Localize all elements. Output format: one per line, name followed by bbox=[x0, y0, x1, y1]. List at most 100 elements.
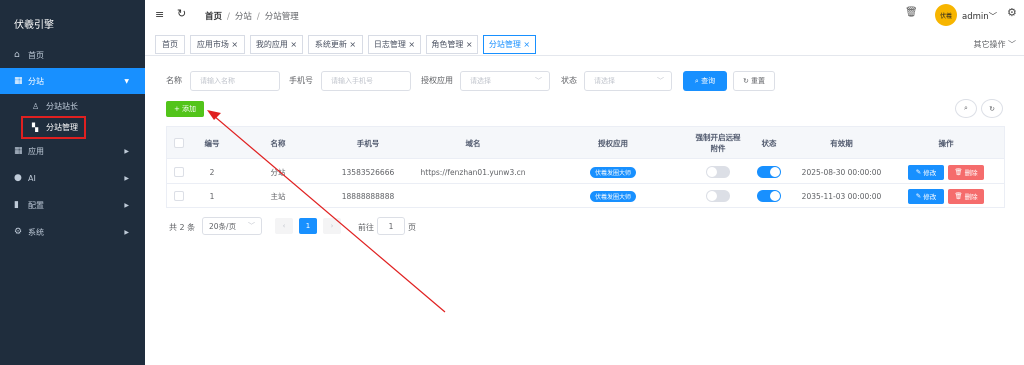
apps-icon: ▦ bbox=[14, 146, 23, 156]
cell-status bbox=[743, 184, 795, 208]
sidebar-item-config[interactable]: ▮ 配置 ▶ bbox=[0, 192, 145, 218]
page-number-button[interactable]: 1 bbox=[299, 218, 317, 234]
name-input[interactable]: 请输入名称 bbox=[190, 71, 280, 91]
status-toggle[interactable] bbox=[757, 166, 781, 178]
tab-my-apps[interactable]: 我的应用 × bbox=[250, 35, 303, 54]
other-operations-dropdown[interactable]: 其它操作 ﹀ bbox=[973, 39, 1016, 50]
col-header: 有效期 bbox=[830, 138, 853, 148]
caret-right-icon: ▶ bbox=[124, 201, 129, 209]
page-size-select[interactable]: 20条/页 ﹀ bbox=[202, 217, 262, 235]
cell-expire: 2025-08-30 00:00:00 bbox=[801, 167, 882, 177]
trash-icon[interactable]: 🗑 bbox=[905, 7, 918, 18]
gear-icon[interactable]: ⚙ bbox=[1007, 6, 1017, 19]
edit-button[interactable]: ✎ 修改 bbox=[908, 164, 944, 180]
caret-down-icon: ▼ bbox=[124, 77, 129, 85]
select-all-checkbox[interactable] bbox=[167, 127, 191, 159]
search-button-label: 查询 bbox=[701, 77, 716, 85]
reset-button-label: 重置 bbox=[751, 77, 766, 85]
delete-label: 删除 bbox=[964, 193, 978, 201]
sidebar-item-substation[interactable]: ▦ 分站 ▼ bbox=[0, 68, 145, 94]
search-button[interactable]: ⌕ 查询 bbox=[683, 71, 727, 91]
home-icon: ⌂ bbox=[14, 50, 20, 60]
caret-right-icon: ▶ bbox=[124, 147, 129, 155]
breadcrumb: 首页 / 分站 / 分站管理 bbox=[205, 12, 299, 22]
top-bar: ≡ ↻ 首页 / 分站 / 分站管理 🗑 伏羲 admin﹀ ⚙ bbox=[145, 0, 1024, 30]
col-header: 手机号 bbox=[356, 138, 380, 148]
sidebar-item-ai[interactable]: ● AI ▶ bbox=[0, 165, 145, 191]
refresh-table-button[interactable]: ↻ bbox=[981, 99, 1003, 118]
avatar[interactable]: 伏羲 bbox=[935, 4, 957, 26]
hamburger-icon[interactable]: ≡ bbox=[155, 8, 164, 21]
phone-input[interactable]: 请输入手机号 bbox=[321, 71, 411, 91]
row-checkbox[interactable] bbox=[167, 184, 191, 208]
app-select[interactable]: 请选择 ﹀ bbox=[460, 71, 550, 91]
next-page-button[interactable]: › bbox=[323, 218, 341, 234]
refresh-icon: ↻ bbox=[742, 77, 749, 85]
force-remote-toggle[interactable] bbox=[706, 190, 730, 202]
tab-label: 首页 bbox=[162, 40, 178, 49]
breadcrumb-item: 分站管理 bbox=[264, 12, 299, 22]
tab-home[interactable]: 首页 bbox=[155, 35, 185, 54]
chevron-down-icon: ﹀ bbox=[248, 222, 255, 230]
sidebar: 伏羲引擎 ⌂ 首页 ▦ 分站 ▼ ♙ 分站站长 ▚ 分站管理 ▦ 应用 ▶ ● … bbox=[0, 0, 145, 365]
sidebar-item-label: AI bbox=[28, 173, 36, 183]
delete-button[interactable]: 🗑 删除 bbox=[948, 188, 984, 204]
sidebar-item-substation-owner[interactable]: ♙ 分站站长 bbox=[0, 95, 145, 117]
breadcrumb-item[interactable]: 分站 bbox=[235, 12, 252, 22]
status-select[interactable]: 请选择 ﹀ bbox=[584, 71, 672, 91]
chevron-down-icon: ﹀ bbox=[988, 12, 998, 22]
name-label: 名称 bbox=[166, 76, 182, 85]
sidebar-item-apps[interactable]: ▦ 应用 ▶ bbox=[0, 138, 145, 164]
page-size-value: 20条/页 bbox=[209, 221, 237, 231]
toggle-search-button[interactable]: ⌕ bbox=[955, 99, 977, 118]
sidebar-item-system[interactable]: ⚙ 系统 ▶ bbox=[0, 219, 145, 245]
close-icon[interactable]: × bbox=[466, 40, 473, 49]
tab-system-update[interactable]: 系统更新 × bbox=[308, 35, 363, 54]
app-label: 授权应用 bbox=[421, 76, 453, 85]
tab-log-management[interactable]: 日志管理 × bbox=[368, 35, 421, 54]
table-row: 1 主站 18888888888 伏羲发圈大师 2035-11-03 00:00… bbox=[167, 184, 1004, 208]
pagination-total: 共 2 条 bbox=[169, 223, 196, 232]
col-header: 状态 bbox=[761, 138, 777, 148]
close-icon[interactable]: × bbox=[231, 40, 238, 49]
tab-app-market[interactable]: 应用市场 × bbox=[190, 35, 245, 54]
cell-domain bbox=[413, 184, 533, 208]
force-remote-toggle[interactable] bbox=[706, 166, 730, 178]
col-header: 编号 bbox=[204, 138, 220, 148]
phone-label: 手机号 bbox=[289, 76, 313, 85]
close-icon[interactable]: × bbox=[290, 40, 297, 49]
status-toggle[interactable] bbox=[757, 190, 781, 202]
tab-label: 我的应用 bbox=[255, 40, 288, 49]
col-header: 授权应用 bbox=[598, 138, 628, 148]
cell-status bbox=[743, 160, 795, 184]
col-header: 名称 bbox=[270, 138, 286, 148]
tab-role-management[interactable]: 角色管理 × bbox=[426, 35, 478, 54]
plus-icon: + bbox=[173, 105, 180, 113]
tab-substation-management[interactable]: 分站管理 × bbox=[483, 35, 536, 54]
status-placeholder: 请选择 bbox=[594, 77, 615, 85]
sidebar-item-label: 首页 bbox=[28, 50, 44, 60]
close-icon[interactable]: × bbox=[349, 40, 356, 49]
delete-button[interactable]: 🗑 删除 bbox=[948, 164, 984, 180]
breadcrumb-item[interactable]: 首页 bbox=[205, 12, 222, 22]
refresh-icon[interactable]: ↻ bbox=[177, 7, 186, 20]
prev-page-button[interactable]: ‹ bbox=[275, 218, 293, 234]
edit-label: 修改 bbox=[923, 193, 937, 201]
cell-phone: 18888888888 bbox=[341, 191, 395, 201]
close-icon[interactable]: × bbox=[408, 40, 415, 49]
table-header: 编号 名称 手机号 域名 授权应用 强制开启远程附件 状态 有效期 操作 bbox=[167, 127, 1004, 159]
app-title: 伏羲引擎 bbox=[14, 20, 54, 31]
edit-label: 修改 bbox=[923, 169, 937, 177]
sidebar-item-home[interactable]: ⌂ 首页 bbox=[0, 42, 145, 68]
reset-button[interactable]: ↻ 重置 bbox=[733, 71, 775, 91]
goto-page-input[interactable]: 1 bbox=[377, 217, 405, 235]
edit-button[interactable]: ✎ 修改 bbox=[908, 188, 944, 204]
add-button[interactable]: + 添加 bbox=[166, 101, 204, 117]
tab-label: 系统更新 bbox=[314, 40, 347, 49]
settings-icon: ⚙ bbox=[14, 227, 23, 237]
name-placeholder: 请输入名称 bbox=[200, 77, 235, 85]
row-checkbox[interactable] bbox=[167, 160, 191, 184]
col-header: 域名 bbox=[465, 138, 481, 148]
close-icon[interactable]: × bbox=[523, 40, 530, 49]
user-menu[interactable]: admin﹀ bbox=[962, 10, 997, 22]
